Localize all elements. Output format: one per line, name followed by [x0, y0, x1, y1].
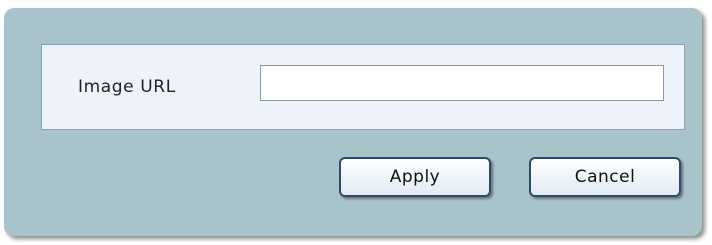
image-url-dialog: Image URL Apply Cancel	[4, 8, 702, 236]
cancel-button[interactable]: Cancel	[529, 157, 681, 197]
image-url-input[interactable]	[260, 65, 664, 101]
url-field-panel: Image URL	[41, 44, 685, 130]
image-url-label: Image URL	[78, 77, 176, 97]
apply-button[interactable]: Apply	[339, 157, 491, 197]
